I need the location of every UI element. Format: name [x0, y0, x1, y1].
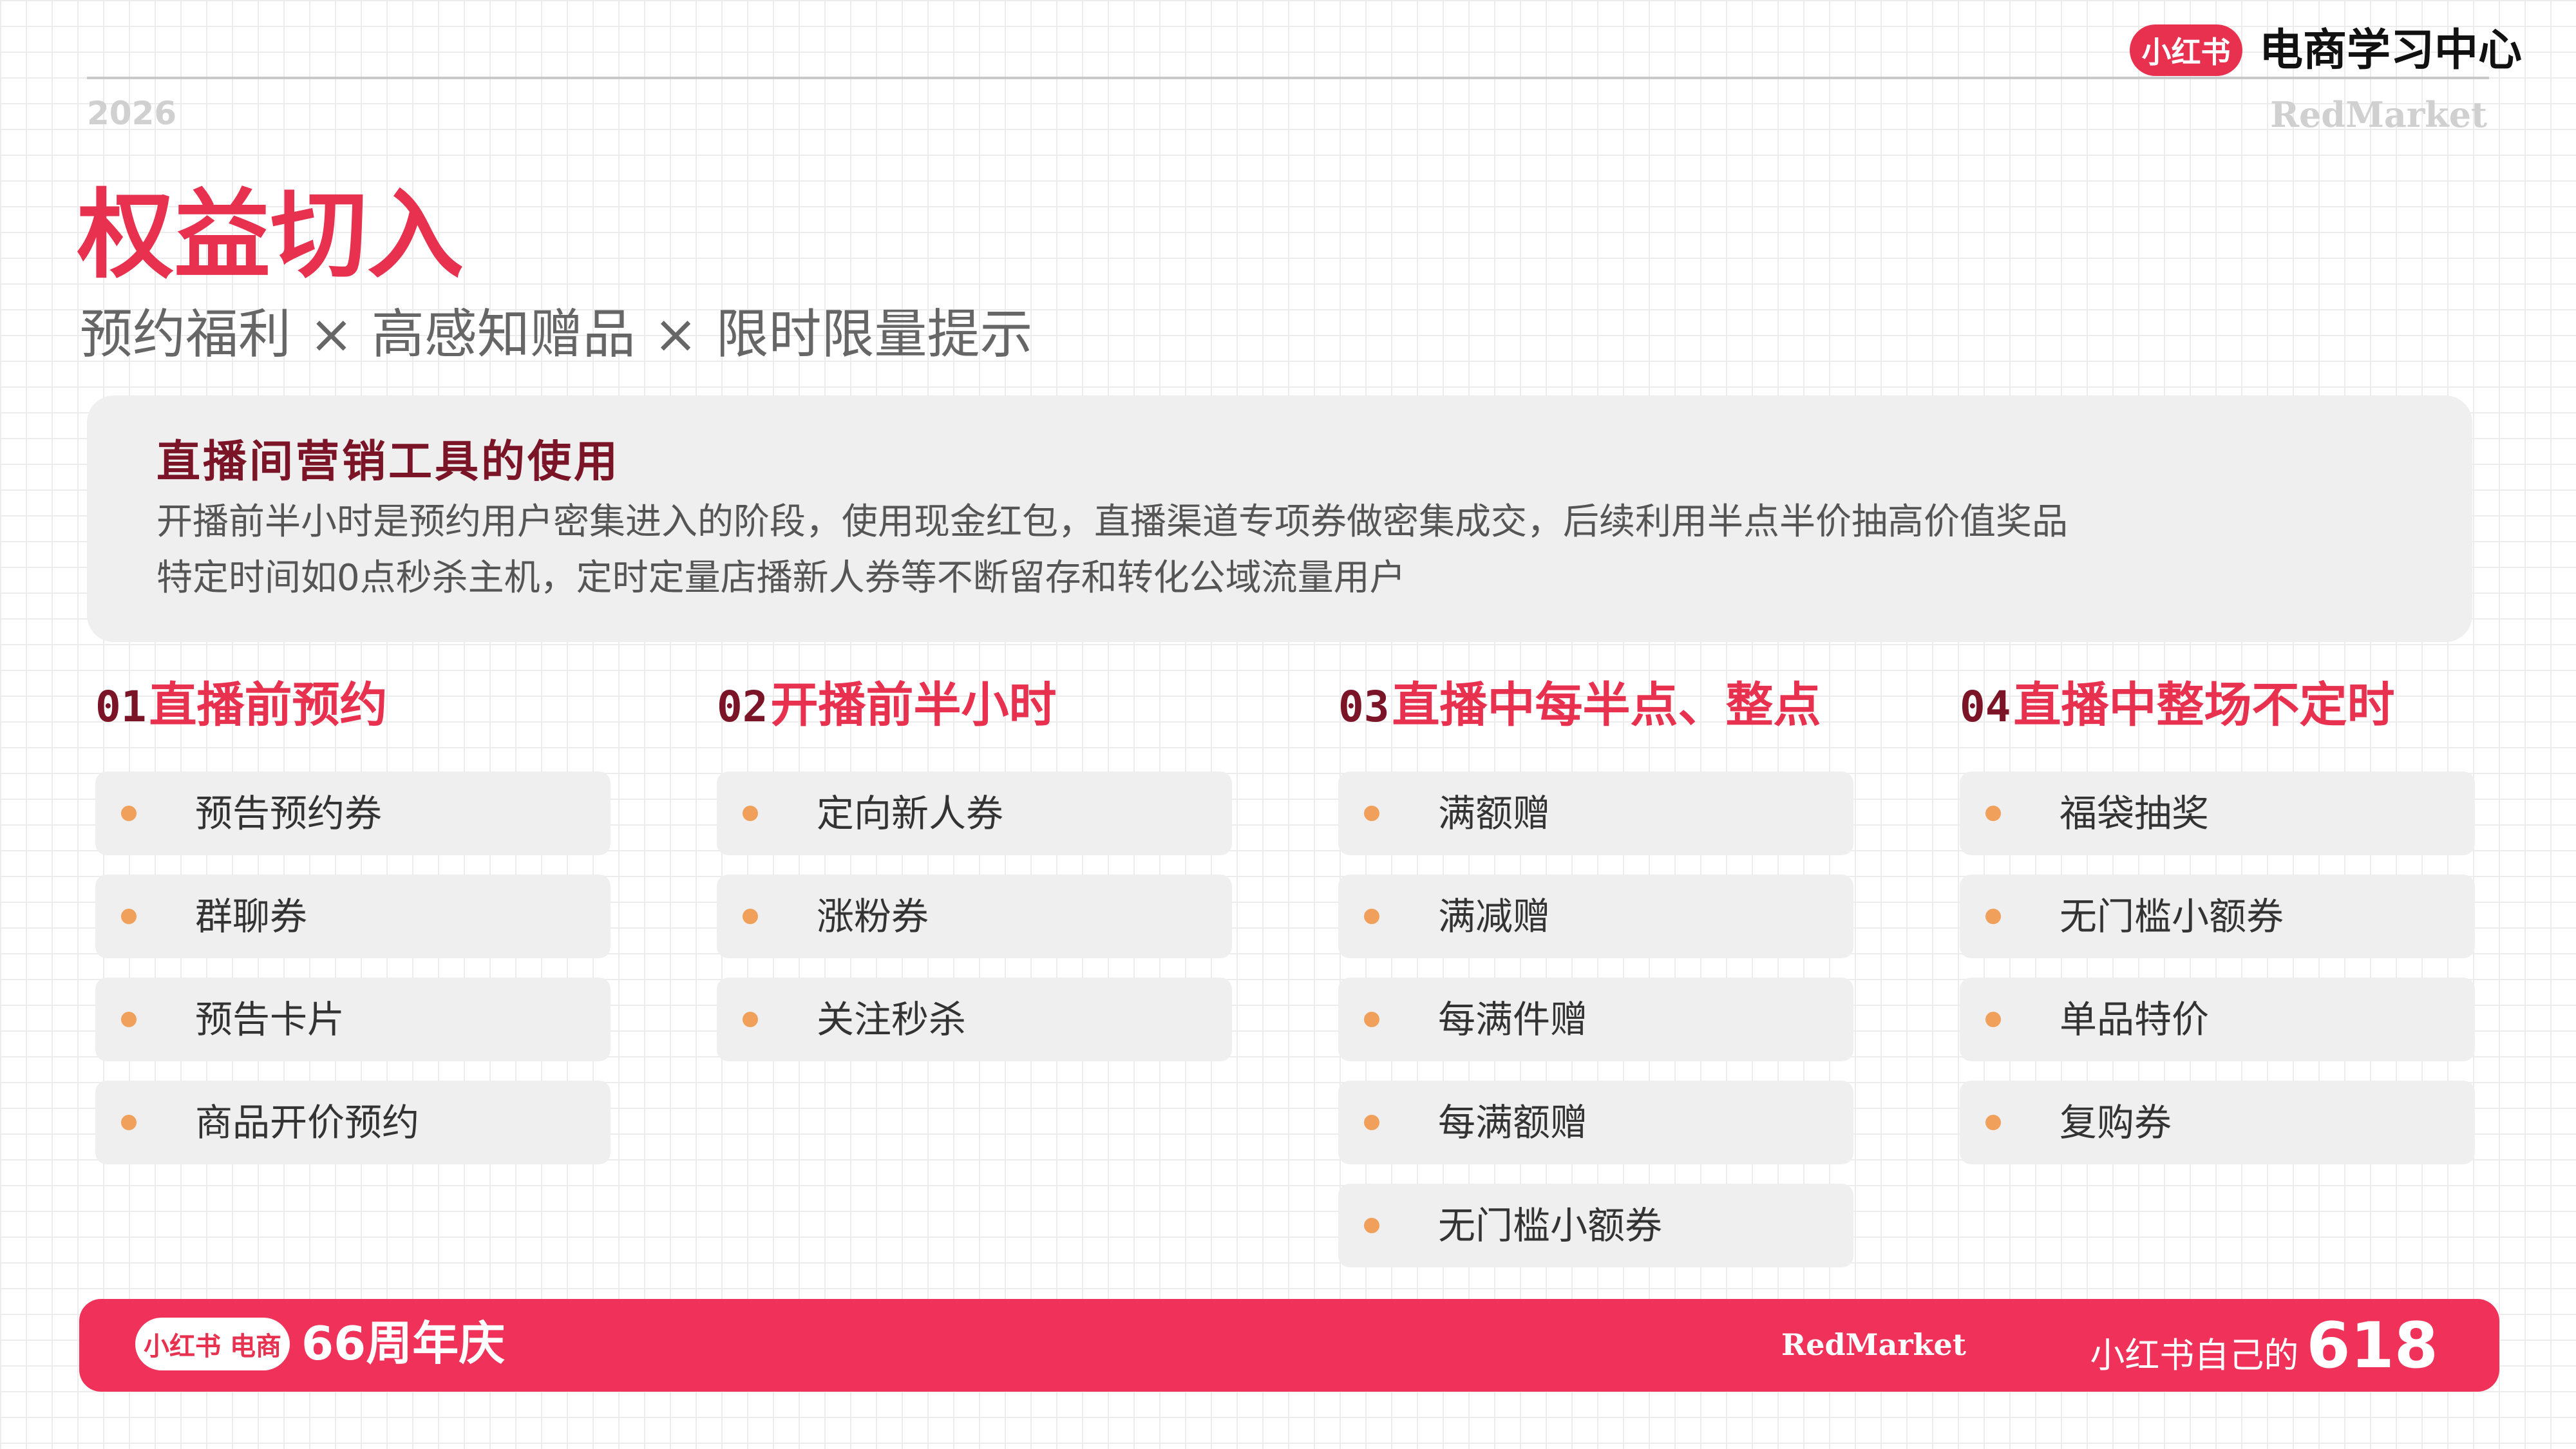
list-item-label: 福袋抽奖: [2060, 791, 2210, 835]
subtitle-part-3: 限时限量提示: [715, 304, 1033, 365]
list-item: 群聊券: [95, 875, 611, 958]
list-item: 每满额赠: [1338, 1081, 1853, 1164]
bullet-dot-icon: [121, 806, 137, 821]
list-item: 商品开价预约: [95, 1081, 611, 1164]
list-item-label: 涨粉券: [817, 895, 929, 938]
column-title-4: 04直播中整场不定时: [1960, 676, 2394, 736]
list-item: 福袋抽奖: [1960, 772, 2475, 855]
bullet-dot-icon: [1985, 1012, 2001, 1027]
bullet-dot-icon: [743, 909, 758, 924]
list-item-label: 满减赠: [1438, 895, 1551, 938]
footer-slogan-text: 小红书自己的: [2090, 1335, 2299, 1376]
list-item-label: 无门槛小额券: [1438, 1204, 1663, 1247]
bullet-dot-icon: [1985, 806, 2001, 821]
brand-logo-badge: 小红书: [2130, 24, 2242, 76]
column-title-1: 01直播前预约: [95, 676, 387, 736]
column-number: 01: [95, 682, 147, 732]
column-title-text: 直播前预约: [149, 677, 388, 733]
column-number: 03: [1338, 682, 1390, 732]
info-card-line-2: 特定时间如0点秒杀主机，定时定量店播新人券等不断留存和转化公域流量用户: [156, 557, 1406, 599]
bullet-dot-icon: [743, 806, 758, 821]
list-item-label: 预告卡片: [195, 998, 345, 1041]
bullet-dot-icon: [121, 909, 137, 924]
column-title-text: 开播前半小时: [770, 677, 1057, 733]
list-item: 关注秒杀: [717, 978, 1232, 1061]
year-label: 2026: [87, 95, 177, 132]
list-item-label: 预告预约券: [195, 791, 383, 835]
bullet-dot-icon: [743, 1012, 758, 1027]
list-item: 涨粉券: [717, 875, 1232, 958]
column-number: 04: [1960, 682, 2011, 732]
list-item: 满减赠: [1338, 875, 1853, 958]
column-number: 02: [717, 682, 768, 732]
bullet-dot-icon: [1364, 806, 1379, 821]
column-title-text: 直播中整场不定时: [2013, 677, 2395, 733]
page-subtitle: 预约福利 × 高感知赠品 × 限时限量提示: [80, 303, 1032, 367]
header-divider: [87, 77, 2489, 79]
list-item-label: 单品特价: [2060, 998, 2210, 1041]
subtitle-separator: ×: [653, 304, 698, 365]
bullet-dot-icon: [1364, 1012, 1379, 1027]
list-item-label: 满额赠: [1438, 791, 1551, 835]
column-title-3: 03直播中每半点、整点: [1338, 676, 1821, 736]
bullet-dot-icon: [1985, 1115, 2001, 1130]
list-item-label: 无门槛小额券: [2060, 895, 2284, 938]
list-item-label: 商品开价预约: [195, 1101, 420, 1144]
page-title: 权益切入: [77, 180, 464, 292]
info-card-line-1: 开播前半小时是预约用户密集进入的阶段，使用现金红包，直播渠道专项券做密集成交，后…: [156, 501, 2068, 543]
footer-slogan-number: 618: [2306, 1309, 2438, 1383]
footer-slogan: 小红书自己的 618: [2090, 1314, 2438, 1396]
list-item: 无门槛小额券: [1338, 1184, 1853, 1267]
list-item-label: 每满件赠: [1438, 998, 1588, 1041]
bullet-dot-icon: [1364, 909, 1379, 924]
footer-wordmark: RedMarket: [1781, 1327, 1967, 1362]
list-item: 预告预约券: [95, 772, 611, 855]
footer-logo-badge: 小红书 电商: [135, 1318, 290, 1370]
bullet-dot-icon: [1364, 1115, 1379, 1130]
subtitle-part-2: 高感知赠品: [371, 304, 636, 365]
list-item-label: 定向新人券: [817, 791, 1004, 835]
column-title-2: 02开播前半小时: [717, 676, 1056, 736]
list-item: 单品特价: [1960, 978, 2475, 1061]
bullet-dot-icon: [1364, 1218, 1379, 1233]
subtitle-separator: ×: [309, 304, 354, 365]
info-card-heading: 直播间营销工具的使用: [156, 437, 621, 488]
list-item-label: 每满额赠: [1438, 1101, 1588, 1144]
header-wordmark: RedMarket: [2270, 94, 2487, 135]
brand-title: 电商学习中心: [2259, 25, 2523, 76]
bullet-dot-icon: [1985, 909, 2001, 924]
list-item: 复购券: [1960, 1081, 2475, 1164]
list-item: 无门槛小额券: [1960, 875, 2475, 958]
list-item-label: 复购券: [2060, 1101, 2172, 1144]
list-item: 满额赠: [1338, 772, 1853, 855]
bullet-dot-icon: [121, 1115, 137, 1130]
list-item-label: 关注秒杀: [817, 998, 967, 1041]
column-title-text: 直播中每半点、整点: [1392, 677, 1821, 733]
subtitle-part-1: 预约福利: [80, 304, 292, 365]
bullet-dot-icon: [121, 1012, 137, 1027]
list-item: 每满件赠: [1338, 978, 1853, 1061]
footer-anniversary: 66周年庆: [301, 1316, 506, 1370]
list-item: 预告卡片: [95, 978, 611, 1061]
list-item: 定向新人券: [717, 772, 1232, 855]
list-item-label: 群聊券: [195, 895, 308, 938]
